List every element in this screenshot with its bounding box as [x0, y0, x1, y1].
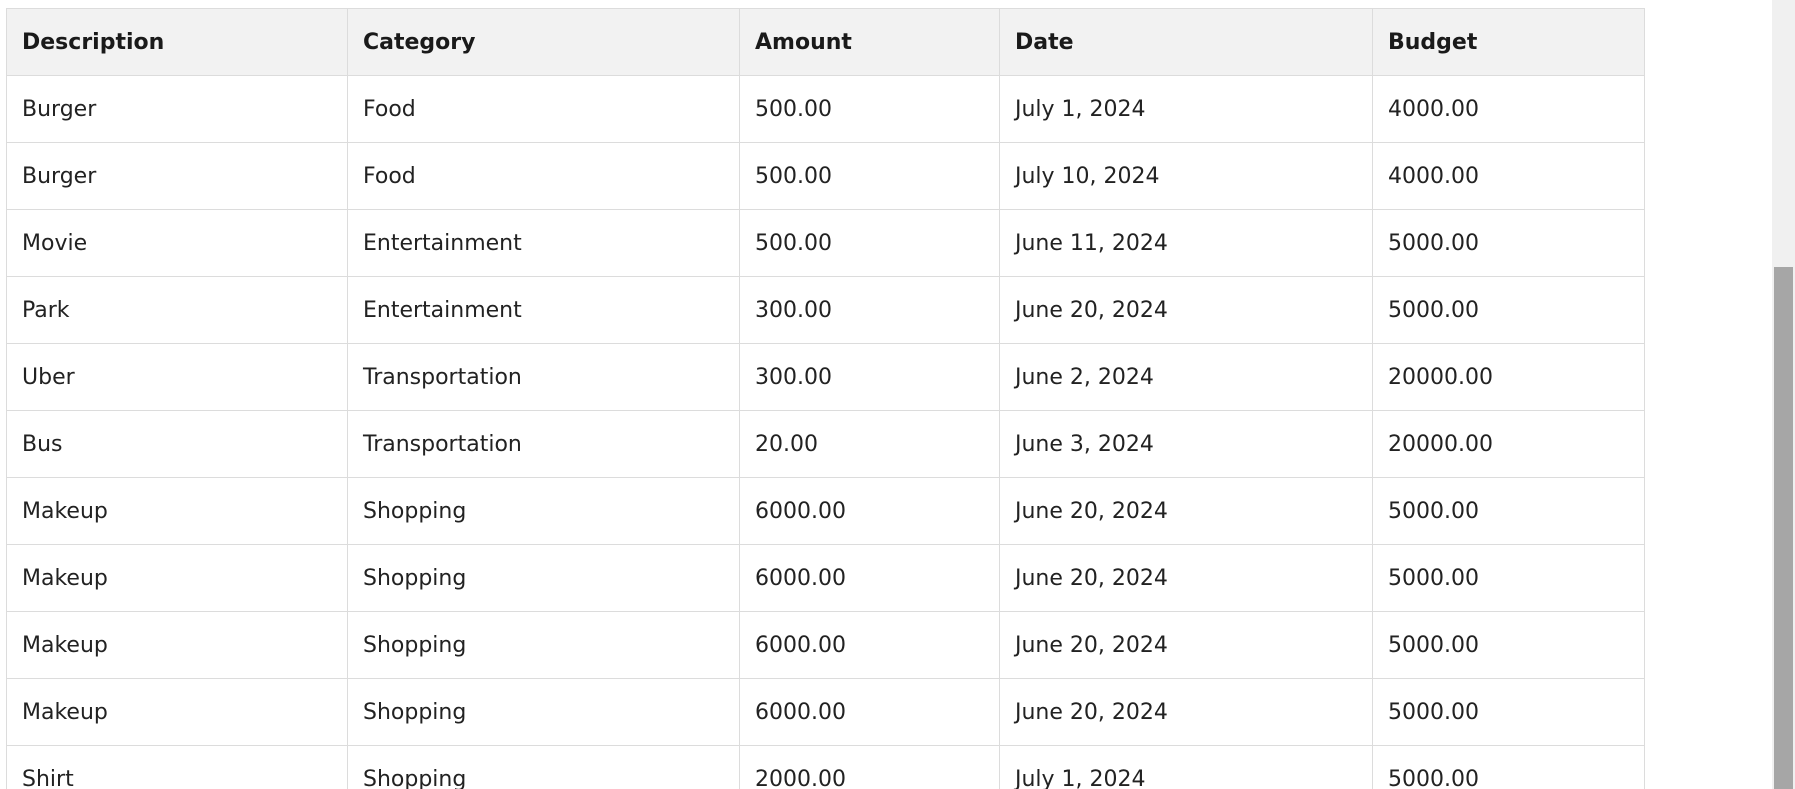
table-row: Movie Entertainment 500.00 June 11, 2024 500…: [6, 209, 1645, 277]
expenses-viewport: Description Category Amount Date Budget …: [0, 0, 1772, 789]
table-row: Bus Transportation 20.00 June 3, 2024 20000.…: [6, 410, 1645, 478]
table-row: Park Entertainment 300.00 June 20, 2024 5000…: [6, 276, 1645, 344]
table-row: Shirt Shopping 2000.00 July 1, 2024 5000.00: [6, 745, 1645, 789]
cell-budget: 20000.00: [1372, 343, 1645, 411]
header-category: Category: [347, 8, 740, 76]
table-row: Makeup Shopping 6000.00 June 20, 2024 5000.0…: [6, 678, 1645, 746]
cell-budget: 5000.00: [1372, 745, 1645, 789]
header-date: Date: [999, 8, 1373, 76]
cell-date: June 20, 2024: [999, 544, 1373, 612]
vertical-scrollbar[interactable]: [1772, 0, 1795, 789]
cell-category: Entertainment: [347, 209, 740, 277]
cell-category: Shopping: [347, 611, 740, 679]
cell-amount: 6000.00: [739, 678, 1000, 746]
table-row: Makeup Shopping 6000.00 June 20, 2024 5000.0…: [6, 544, 1645, 612]
cell-category: Shopping: [347, 477, 740, 545]
cell-category: Food: [347, 142, 740, 210]
table-row: Makeup Shopping 6000.00 June 20, 2024 5000.0…: [6, 611, 1645, 679]
cell-budget: 5000.00: [1372, 477, 1645, 545]
cell-date: July 10, 2024: [999, 142, 1373, 210]
cell-category: Transportation: [347, 410, 740, 478]
scrollbar-thumb[interactable]: [1774, 267, 1793, 789]
cell-date: June 20, 2024: [999, 611, 1373, 679]
table-row: Uber Transportation 300.00 June 2, 2024 2000…: [6, 343, 1645, 411]
cell-description: Makeup: [6, 477, 348, 545]
cell-description: Uber: [6, 343, 348, 411]
cell-date: June 20, 2024: [999, 276, 1373, 344]
cell-budget: 4000.00: [1372, 142, 1645, 210]
cell-date: July 1, 2024: [999, 75, 1373, 143]
cell-amount: 6000.00: [739, 544, 1000, 612]
cell-date: July 1, 2024: [999, 745, 1373, 789]
cell-description: Shirt: [6, 745, 348, 789]
cell-date: June 11, 2024: [999, 209, 1373, 277]
cell-budget: 20000.00: [1372, 410, 1645, 478]
cell-amount: 500.00: [739, 75, 1000, 143]
cell-budget: 4000.00: [1372, 75, 1645, 143]
cell-description: Movie: [6, 209, 348, 277]
cell-budget: 5000.00: [1372, 276, 1645, 344]
cell-date: June 20, 2024: [999, 477, 1373, 545]
table-row: Burger Food 500.00 July 10, 2024 4000.00: [6, 142, 1645, 210]
cell-amount: 500.00: [739, 209, 1000, 277]
table-row: Makeup Shopping 6000.00 June 20, 2024 5000.0…: [6, 477, 1645, 545]
cell-description: Makeup: [6, 611, 348, 679]
cell-category: Shopping: [347, 678, 740, 746]
cell-amount: 20.00: [739, 410, 1000, 478]
header-row: Description Category Amount Date Budget: [6, 8, 1645, 76]
cell-description: Bus: [6, 410, 348, 478]
cell-description: Burger: [6, 75, 348, 143]
expenses-table: Description Category Amount Date Budget …: [6, 8, 1645, 789]
cell-budget: 5000.00: [1372, 544, 1645, 612]
cell-category: Entertainment: [347, 276, 740, 344]
cell-amount: 2000.00: [739, 745, 1000, 789]
cell-date: June 20, 2024: [999, 678, 1373, 746]
cell-amount: 500.00: [739, 142, 1000, 210]
cell-description: Burger: [6, 142, 348, 210]
cell-category: Shopping: [347, 745, 740, 789]
cell-category: Food: [347, 75, 740, 143]
table-row: Burger Food 500.00 July 1, 2024 4000.00: [6, 75, 1645, 143]
cell-amount: 300.00: [739, 276, 1000, 344]
cell-budget: 5000.00: [1372, 678, 1645, 746]
cell-date: June 2, 2024: [999, 343, 1373, 411]
cell-description: Makeup: [6, 544, 348, 612]
header-budget: Budget: [1372, 8, 1645, 76]
cell-budget: 5000.00: [1372, 611, 1645, 679]
cell-description: Makeup: [6, 678, 348, 746]
table-header: Description Category Amount Date Budget: [6, 8, 1645, 76]
header-description: Description: [6, 8, 348, 76]
cell-category: Transportation: [347, 343, 740, 411]
cell-date: June 3, 2024: [999, 410, 1373, 478]
table-body: Burger Food 500.00 July 1, 2024 4000.00 Burge…: [6, 75, 1645, 789]
cell-amount: 6000.00: [739, 477, 1000, 545]
cell-description: Park: [6, 276, 348, 344]
header-amount: Amount: [739, 8, 1000, 76]
cell-budget: 5000.00: [1372, 209, 1645, 277]
cell-amount: 300.00: [739, 343, 1000, 411]
cell-amount: 6000.00: [739, 611, 1000, 679]
cell-category: Shopping: [347, 544, 740, 612]
